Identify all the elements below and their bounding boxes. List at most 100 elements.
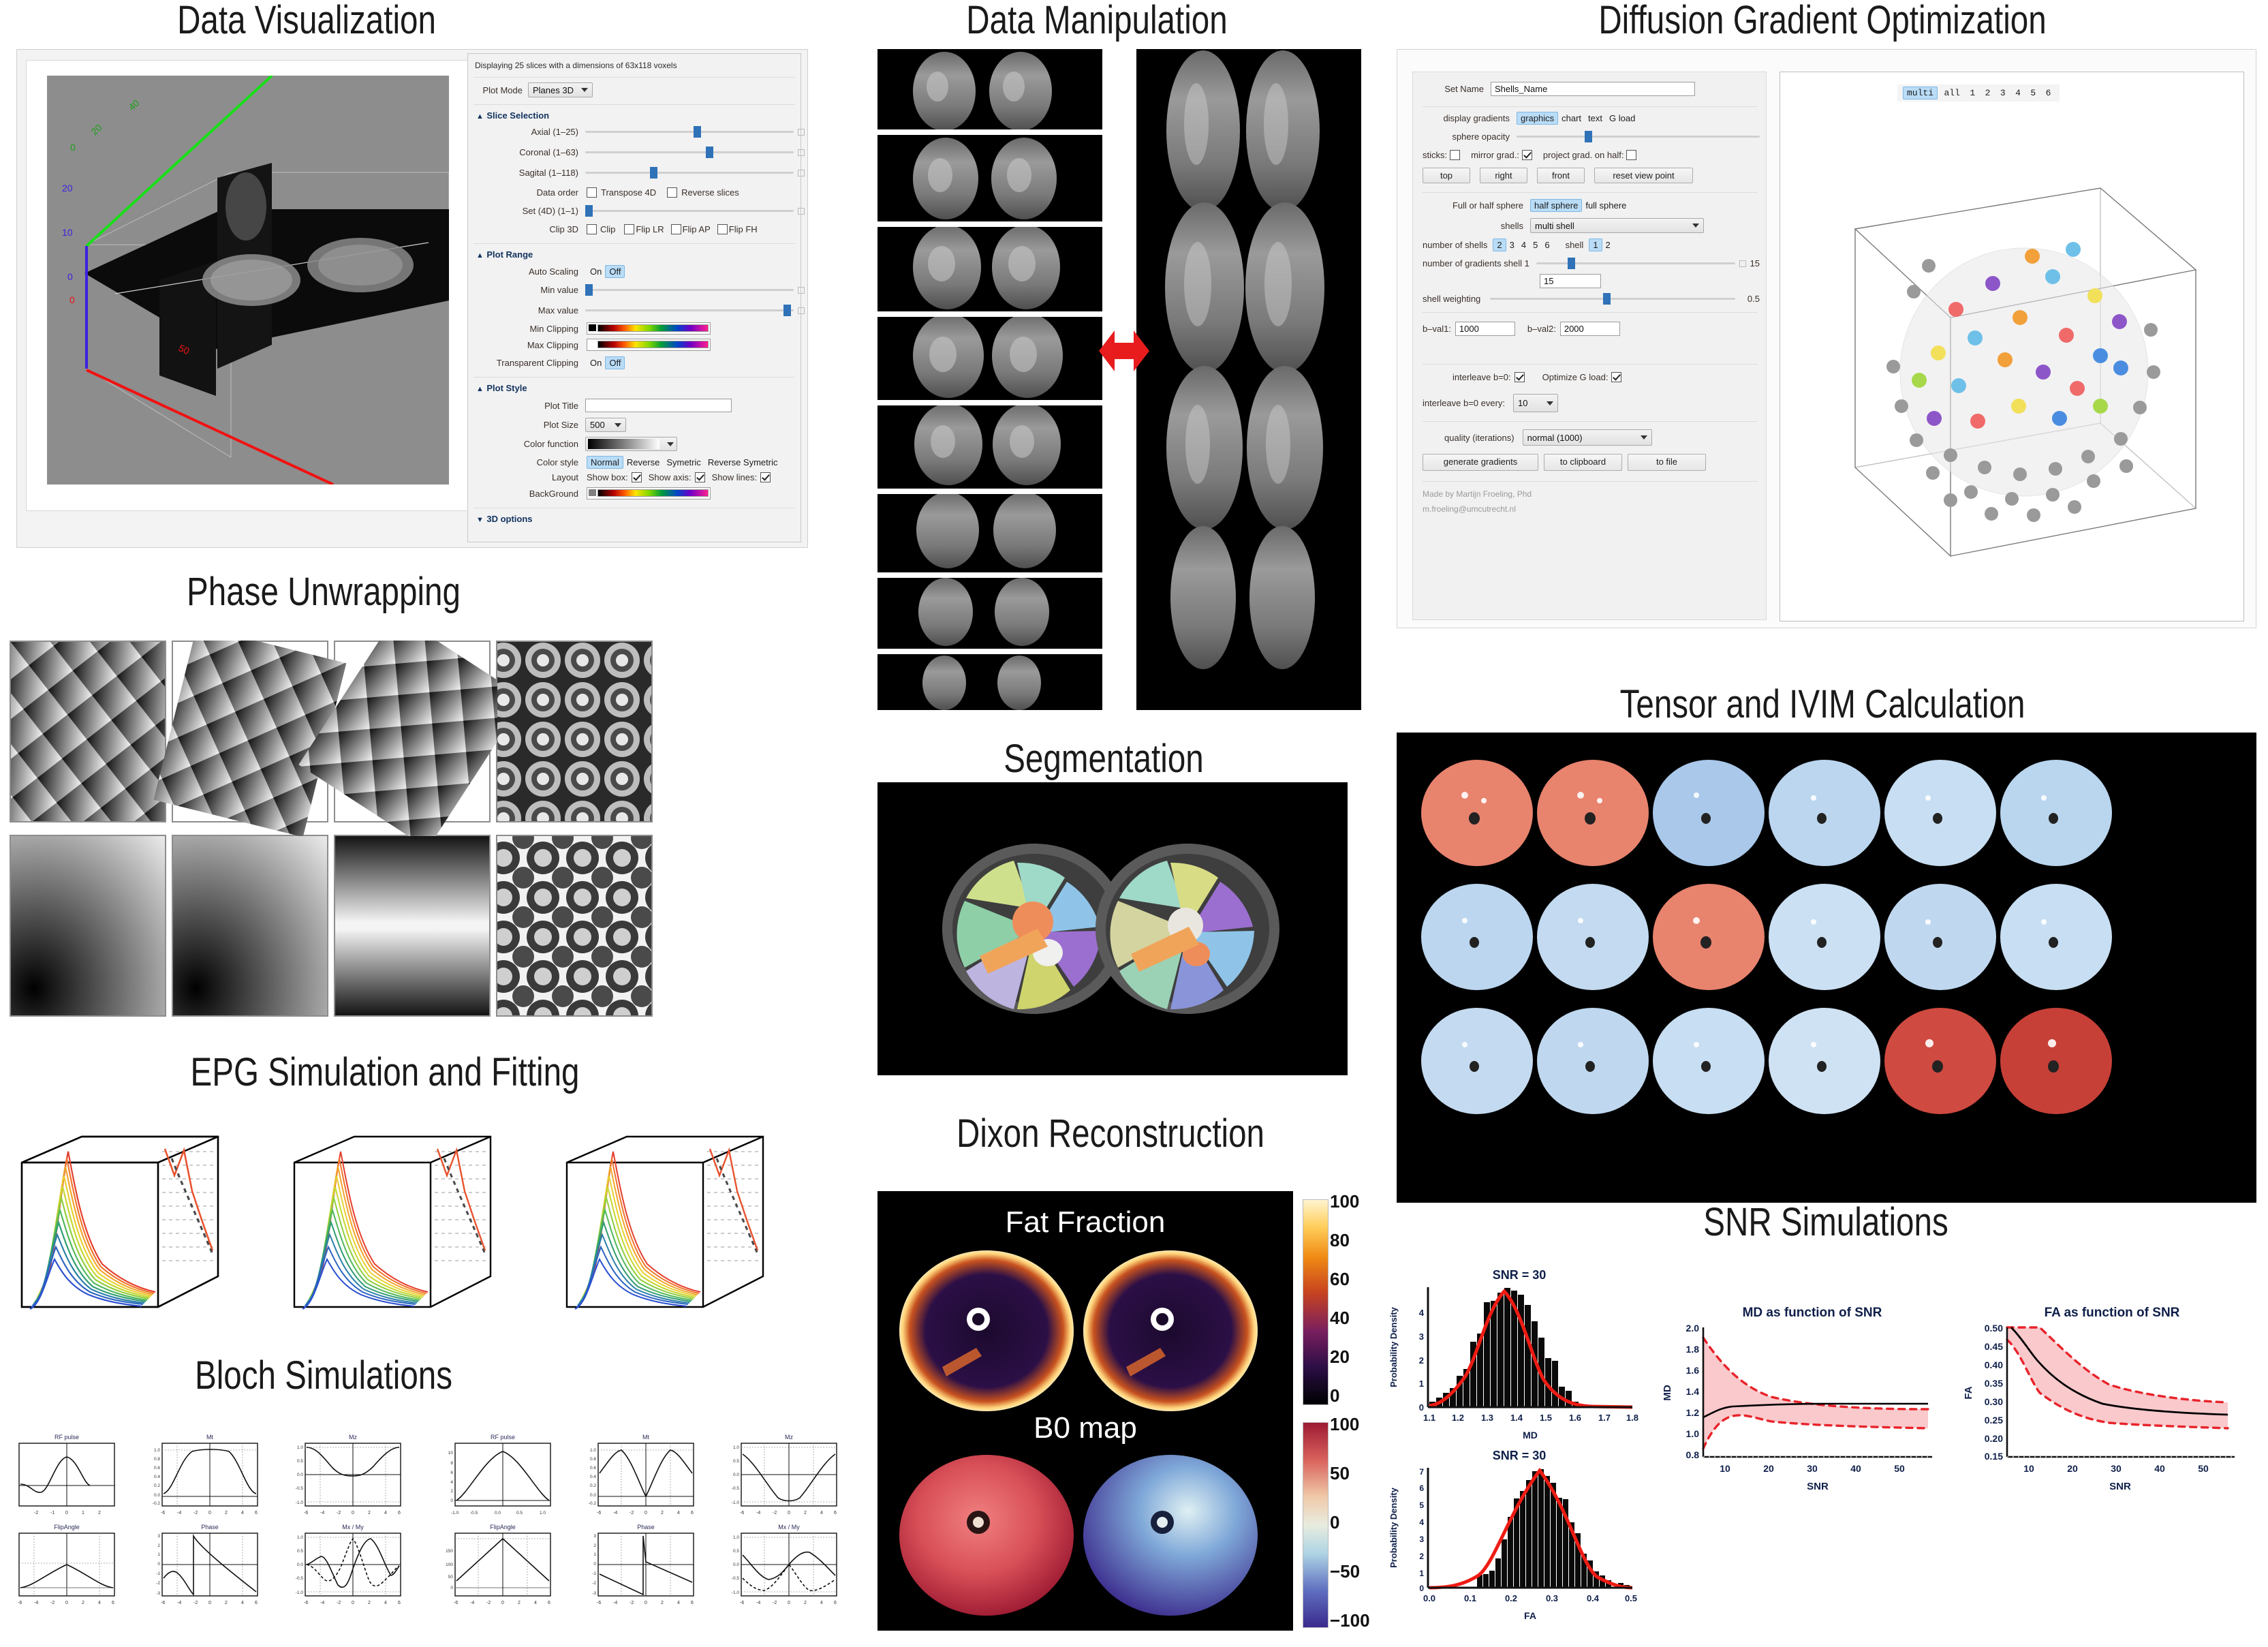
color-style-symetric[interactable]: Symetric bbox=[663, 457, 704, 468]
svg-text:-4: -4 bbox=[320, 1601, 324, 1605]
max-value-slider[interactable] bbox=[585, 305, 805, 316]
svg-text:10: 10 bbox=[448, 1451, 454, 1456]
set4d-slider[interactable] bbox=[585, 205, 805, 217]
bval2-input[interactable]: 2000 bbox=[1559, 322, 1620, 336]
interleave-b0-checkbox[interactable] bbox=[1514, 372, 1525, 382]
axial-slider-end-icon[interactable] bbox=[798, 129, 805, 136]
sagital-slider[interactable] bbox=[585, 167, 805, 179]
viewer-3d-canvas[interactable]: 40 20 0 20 10 0 0 50 bbox=[26, 60, 470, 511]
shell-tab-2[interactable]: 2 bbox=[1982, 87, 1994, 99]
color-style-reverse[interactable]: Reverse bbox=[623, 457, 663, 468]
display-mode-graphics[interactable]: graphics bbox=[1517, 112, 1559, 125]
bval1-input[interactable]: 1000 bbox=[1455, 322, 1515, 336]
coronal-slider[interactable] bbox=[585, 147, 805, 158]
svg-text:4: 4 bbox=[384, 1511, 387, 1515]
shells-select[interactable]: multi shell bbox=[1530, 218, 1704, 233]
transparent-clipping-off[interactable]: Off bbox=[605, 356, 625, 369]
flip-ap-checkbox[interactable] bbox=[670, 224, 681, 234]
svg-text:2: 2 bbox=[1419, 1355, 1424, 1366]
auto-scaling-off[interactable]: Off bbox=[605, 265, 625, 278]
gradients-slider-end-icon[interactable] bbox=[1739, 260, 1746, 267]
color-style-normal[interactable]: Normal bbox=[587, 456, 623, 469]
max-clipping-colorbar[interactable] bbox=[587, 339, 711, 351]
plot-mode-select[interactable]: Planes 3D bbox=[528, 82, 593, 97]
show-box-checkbox[interactable] bbox=[631, 472, 642, 482]
chevron-down-icon bbox=[1692, 224, 1699, 228]
color-style-reverse-symetric[interactable]: Reverse Symetric bbox=[704, 457, 781, 468]
svg-text:3: 3 bbox=[1419, 1332, 1424, 1342]
color-function-select[interactable] bbox=[585, 437, 677, 451]
data-manipulation-right-image bbox=[1136, 49, 1361, 710]
shell-tab-3[interactable]: 3 bbox=[1997, 87, 2009, 99]
reset-view-point-button[interactable]: reset view point bbox=[1594, 168, 1693, 183]
transpose-4d-checkbox[interactable] bbox=[587, 187, 597, 198]
quality-select[interactable]: normal (1000) bbox=[1522, 429, 1652, 446]
plot-range-header[interactable]: ▲ Plot Range bbox=[476, 249, 533, 261]
num-shells-4[interactable]: 4 bbox=[1518, 239, 1529, 251]
half-sphere-option[interactable]: half sphere bbox=[1530, 199, 1583, 212]
svg-text:0.15: 0.15 bbox=[1985, 1451, 2003, 1462]
shell-tab-4[interactable]: 4 bbox=[2012, 87, 2024, 99]
transparent-clipping-on[interactable]: On bbox=[587, 357, 605, 369]
plot-size-select[interactable]: 500 bbox=[585, 418, 626, 432]
show-lines-checkbox[interactable] bbox=[760, 472, 771, 482]
to-file-button[interactable]: to file bbox=[1628, 454, 1706, 471]
display-mode-gload[interactable]: G load bbox=[1606, 112, 1638, 124]
background-colorbar[interactable] bbox=[587, 487, 711, 499]
view-right-button[interactable]: right bbox=[1480, 168, 1527, 183]
view-top-button[interactable]: top bbox=[1423, 168, 1470, 183]
set-name-input[interactable]: Shells_Name bbox=[1491, 82, 1695, 96]
set4d-slider-end-icon[interactable] bbox=[798, 208, 805, 215]
num-shells-3[interactable]: 3 bbox=[1506, 239, 1518, 251]
shell-tab-6[interactable]: 6 bbox=[2042, 87, 2055, 99]
shell-tab-5[interactable]: 5 bbox=[2027, 87, 2039, 99]
plot-title-input[interactable] bbox=[585, 399, 732, 412]
max-value-slider-end-icon[interactable] bbox=[798, 307, 805, 314]
to-clipboard-button[interactable]: to clipboard bbox=[1544, 454, 1622, 471]
shell-tabs[interactable]: multi all 1 2 3 4 5 6 bbox=[1897, 84, 2060, 102]
coronal-slider-end-icon[interactable] bbox=[798, 149, 805, 156]
gradient-3d-view[interactable]: multi all 1 2 3 4 5 6 bbox=[1780, 72, 2244, 621]
show-axis-checkbox[interactable] bbox=[694, 472, 705, 482]
svg-text:6: 6 bbox=[398, 1601, 401, 1605]
display-mode-text[interactable]: text bbox=[1585, 112, 1606, 124]
shell-weighting-slider[interactable] bbox=[1490, 293, 1735, 305]
axial-slider[interactable] bbox=[585, 126, 805, 138]
shell-2[interactable]: 2 bbox=[1602, 239, 1614, 251]
num-shells-5[interactable]: 5 bbox=[1529, 239, 1541, 251]
number-of-gradients-slider[interactable] bbox=[1536, 258, 1746, 269]
interleave-every-select[interactable]: 10 bbox=[1513, 394, 1559, 412]
shell-tab-all[interactable]: all bbox=[1940, 87, 1963, 99]
sphere-opacity-slider[interactable] bbox=[1517, 131, 1760, 142]
flip-lr-checkbox[interactable] bbox=[624, 224, 635, 234]
shell-1[interactable]: 1 bbox=[1589, 238, 1602, 251]
set-name-label: Set Name bbox=[1444, 84, 1484, 94]
view-front-button[interactable]: front bbox=[1537, 168, 1585, 183]
project-grad-checkbox[interactable] bbox=[1626, 150, 1637, 160]
min-value-slider-end-icon[interactable] bbox=[798, 287, 805, 294]
svg-text:1.8: 1.8 bbox=[1686, 1344, 1700, 1355]
number-of-gradients-input[interactable]: 15 bbox=[1540, 274, 1601, 288]
sticks-checkbox[interactable] bbox=[1450, 150, 1461, 160]
clip-checkbox[interactable] bbox=[587, 224, 597, 234]
min-clipping-colorbar[interactable] bbox=[587, 322, 711, 335]
plot-size-value: 500 bbox=[590, 420, 605, 430]
auto-scaling-on[interactable]: On bbox=[587, 266, 605, 277]
generate-gradients-button[interactable]: generate gradients bbox=[1423, 454, 1538, 471]
min-value-slider[interactable] bbox=[585, 284, 805, 296]
num-shells-2[interactable]: 2 bbox=[1493, 238, 1506, 251]
options-3d-header[interactable]: ▼ 3D options bbox=[476, 513, 533, 525]
shell-tab-1[interactable]: 1 bbox=[1966, 87, 1978, 99]
plot-style-header[interactable]: ▲ Plot Style bbox=[476, 382, 527, 395]
optimize-gload-checkbox[interactable] bbox=[1611, 372, 1622, 382]
sagital-slider-end-icon[interactable] bbox=[798, 170, 805, 176]
reverse-slices-checkbox[interactable] bbox=[667, 187, 678, 198]
num-shells-6[interactable]: 6 bbox=[1541, 239, 1553, 251]
shell-tab-multi[interactable]: multi bbox=[1903, 87, 1938, 99]
display-mode-chart[interactable]: chart bbox=[1558, 112, 1585, 124]
flip-fh-checkbox[interactable] bbox=[717, 224, 728, 234]
slice-selection-header[interactable]: ▲ Slice Selection bbox=[476, 110, 549, 122]
mirror-grad-checkbox[interactable] bbox=[1521, 150, 1532, 160]
full-sphere-option[interactable]: full sphere bbox=[1582, 200, 1630, 211]
color-style-label: Color style bbox=[536, 457, 578, 467]
